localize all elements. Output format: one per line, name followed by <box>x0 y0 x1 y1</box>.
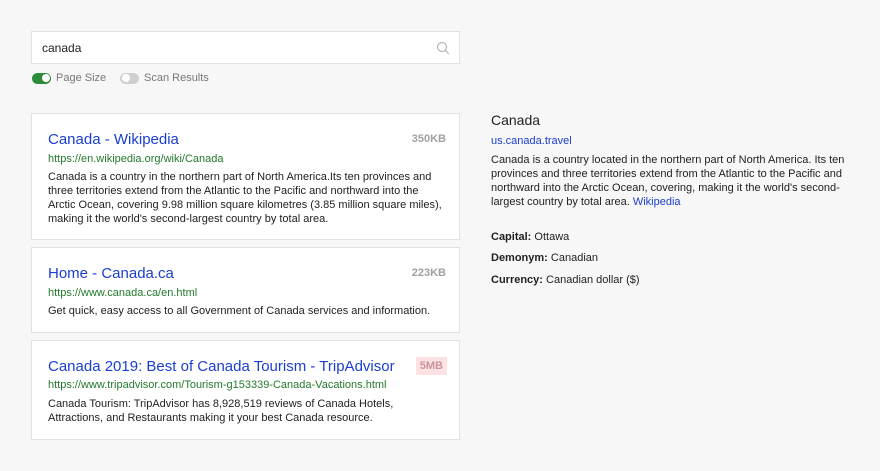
result-url[interactable]: https://www.canada.ca/en.html <box>48 287 197 299</box>
search-input[interactable]: canada <box>31 31 460 64</box>
size-badge: 350KB <box>411 133 446 145</box>
page-size-toggle[interactable]: Page Size <box>32 71 106 85</box>
fact-value: Ottawa <box>534 231 570 243</box>
fact-capital: Capital: Ottawa <box>491 231 569 243</box>
panel-title: Canada <box>491 112 541 128</box>
scan-results-switch[interactable] <box>120 72 139 84</box>
page-size-label: Page Size <box>56 72 107 84</box>
wikipedia-link[interactable]: Wikipedia <box>633 196 681 208</box>
result-description: Get quick, easy access to all Government… <box>48 305 431 317</box>
result-title-link[interactable]: Canada 2019: Best of Canada Tourism - Tr… <box>48 358 395 375</box>
result-url[interactable]: https://www.tripadvisor.com/Tourism-g153… <box>48 379 387 391</box>
size-badge: 223KB <box>411 267 446 279</box>
result-url[interactable]: https://en.wikipedia.org/wiki/Canada <box>48 153 223 165</box>
fact-label: Demonym: <box>491 252 548 264</box>
panel-description: Canada is a country located in the north… <box>491 153 853 209</box>
result-card: Canada 2019: Best of Canada Tourism - Tr… <box>31 340 460 440</box>
result-title-link[interactable]: Canada - Wikipedia <box>48 131 179 148</box>
size-badge: 5MB <box>415 357 447 375</box>
page-size-switch[interactable] <box>32 72 51 84</box>
fact-value: Canadian dollar ($) <box>546 274 640 286</box>
result-description: Canada Tourism: TripAdvisor has 8,928,51… <box>48 398 394 424</box>
result-card: Home - Canada.ca 223KB https://www.canad… <box>31 247 460 333</box>
search-icon[interactable] <box>436 41 450 55</box>
scan-results-toggle[interactable]: Scan Results <box>120 71 209 85</box>
scan-results-label: Scan Results <box>144 72 209 84</box>
panel-link[interactable]: us.canada.travel <box>491 135 861 147</box>
fact-value: Canadian <box>550 252 598 264</box>
fact-label: Currency: <box>491 274 543 286</box>
result-card: Canada - Wikipedia 350KB https://en.wiki… <box>31 113 460 240</box>
result-description: Canada is a country in the northern part… <box>48 171 442 225</box>
search-query[interactable]: canada <box>42 41 81 55</box>
fact-currency: Currency: Canadian dollar ($) <box>491 274 640 286</box>
fact-label: Capital: <box>491 231 532 243</box>
result-title-link[interactable]: Home - Canada.ca <box>48 265 174 282</box>
knowledge-panel: Canada us.canada.travel Canada is a coun… <box>491 112 861 286</box>
fact-demonym: Demonym: Canadian <box>491 252 598 264</box>
